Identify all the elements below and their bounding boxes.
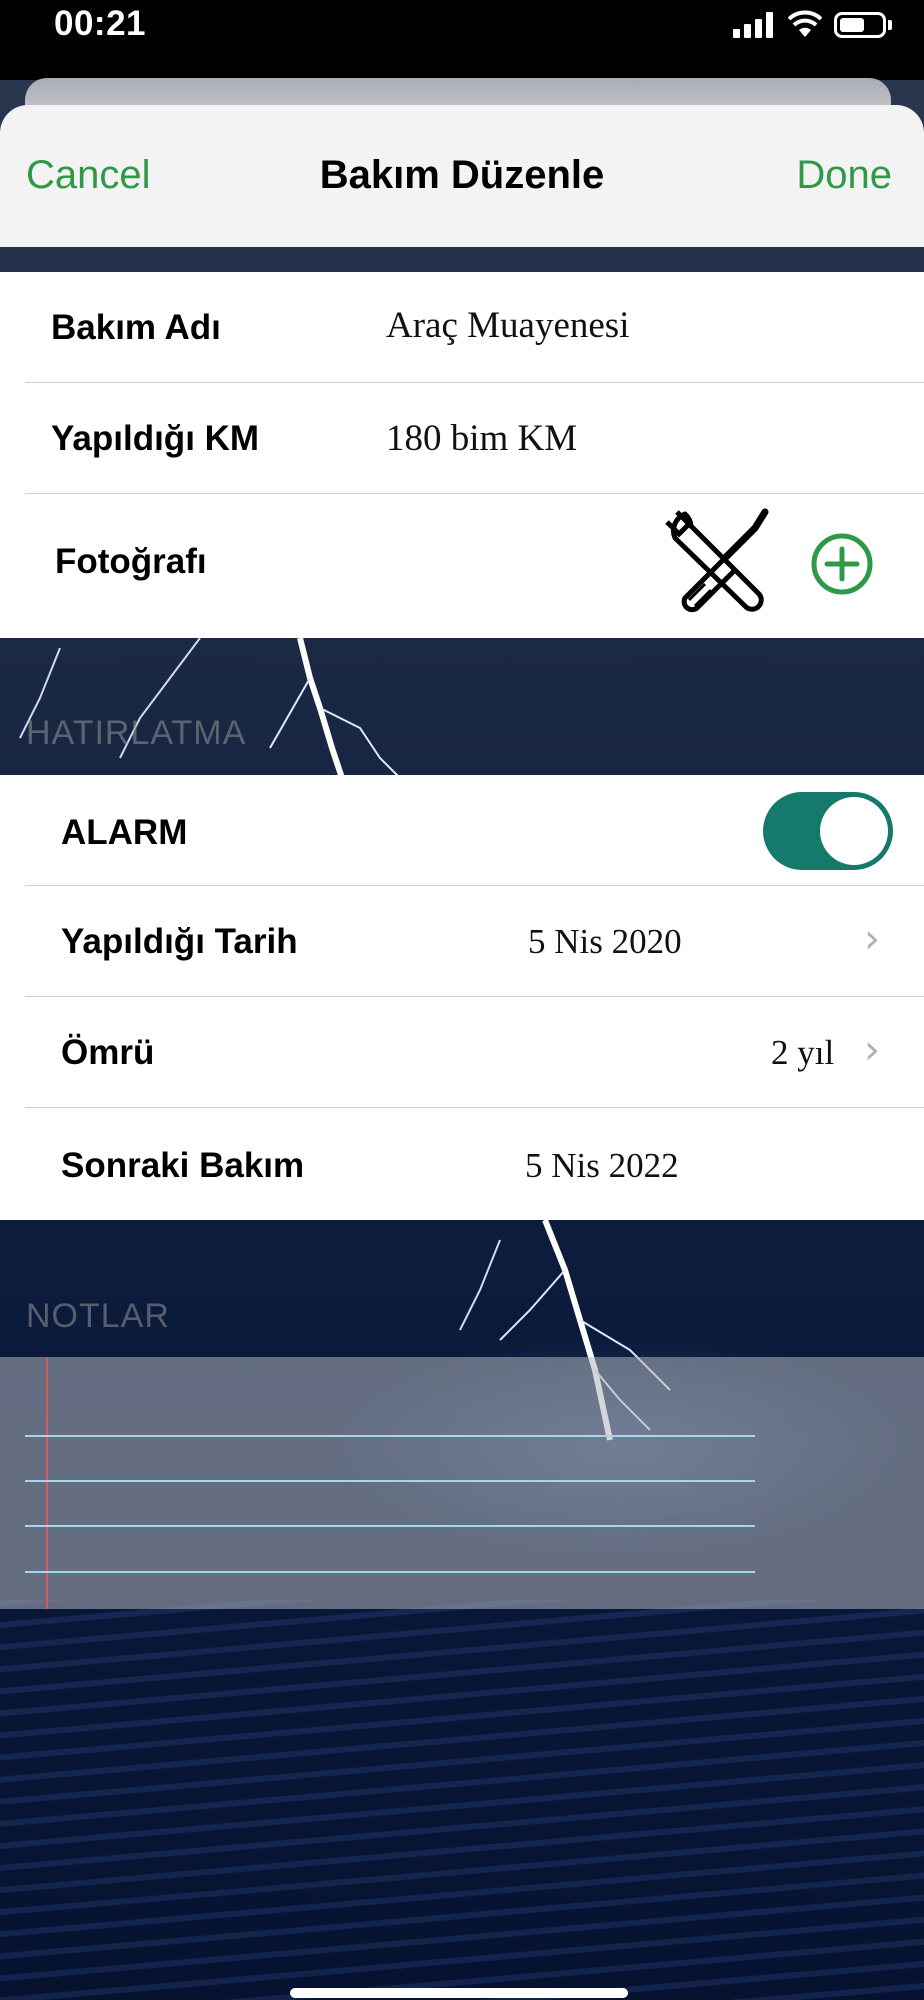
status-bar: 00:21 — [0, 0, 924, 80]
alarm-label: ALARM — [61, 813, 188, 852]
yapildigi-tarih-value: 5 Nis 2020 — [528, 922, 682, 961]
yapildigi-km-label: Yapıldığı KM — [51, 419, 260, 458]
fotografi-label: Fotoğrafı — [55, 542, 207, 581]
yapildigi-km-row[interactable]: Yapıldığı KM 180 bim KM — [0, 383, 924, 493]
notes-ruled-line — [25, 1435, 755, 1437]
omru-label: Ömrü — [61, 1033, 155, 1072]
fotografi-row: Fotoğrafı — [0, 494, 924, 638]
alarm-toggle[interactable] — [763, 792, 893, 870]
nav-bar: Cancel Bakım Düzenle Done — [0, 105, 924, 247]
wifi-icon — [788, 10, 822, 37]
sea-waves — [0, 1600, 924, 2000]
notes-ruled-line — [25, 1571, 755, 1573]
battery-icon — [834, 12, 886, 38]
chevron-right-icon: › — [864, 916, 880, 962]
yapildigi-km-field[interactable]: 180 bim KM — [386, 417, 577, 460]
done-button[interactable]: Done — [796, 153, 892, 198]
yapildigi-tarih-row[interactable]: Yapıldığı Tarih 5 Nis 2020 › — [0, 886, 924, 996]
sonraki-bakim-value: 5 Nis 2022 — [525, 1146, 679, 1185]
notes-ruled-line — [25, 1480, 755, 1482]
section-header-notlar: NOTLAR — [26, 1297, 170, 1335]
home-indicator — [290, 1988, 628, 1998]
sonraki-bakim-row: Sonraki Bakım 5 Nis 2022 — [0, 1108, 924, 1220]
page-title: Bakım Düzenle — [319, 153, 605, 197]
omru-row[interactable]: Ömrü 2 yıl › — [0, 997, 924, 1107]
wrench-screwdriver-icon[interactable] — [665, 508, 773, 614]
chevron-right-icon: › — [864, 1027, 880, 1073]
bakim-adi-field[interactable]: Araç Muayenesi — [386, 304, 629, 347]
cellular-signal-icon — [733, 12, 777, 38]
plus-circle-icon[interactable] — [810, 532, 874, 596]
omru-value: 2 yıl — [771, 1033, 835, 1072]
maintenance-info-group: Bakım Adı Araç Muayenesi Yapıldığı KM 18… — [0, 272, 924, 638]
bakim-adi-label: Bakım Adı — [51, 308, 221, 347]
bakim-adi-row[interactable]: Bakım Adı Araç Muayenesi — [0, 272, 924, 382]
lightning-bolt-1 — [19, 638, 401, 778]
battery-tip — [888, 20, 892, 30]
notes-ruled-line — [25, 1525, 755, 1527]
sonraki-bakim-label: Sonraki Bakım — [61, 1146, 305, 1185]
toggle-knob — [820, 797, 888, 865]
section-header-hatirlatma: HATIRLATMA — [26, 714, 247, 752]
status-time: 00:21 — [54, 4, 147, 43]
notes-textarea[interactable] — [0, 1357, 924, 1609]
yapildigi-tarih-label: Yapıldığı Tarih — [61, 922, 298, 961]
